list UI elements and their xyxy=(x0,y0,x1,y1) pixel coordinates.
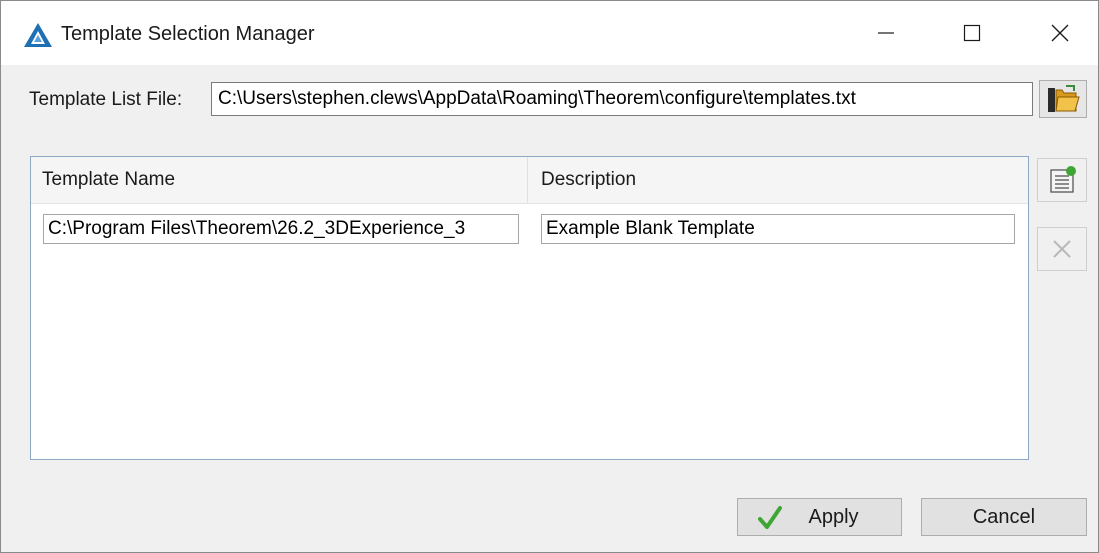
maximize-icon xyxy=(963,24,981,42)
delete-x-icon xyxy=(1053,240,1071,258)
cancel-button[interactable]: Cancel xyxy=(921,498,1087,536)
close-icon xyxy=(1051,24,1069,42)
add-template-icon xyxy=(1050,166,1076,193)
maximize-button[interactable] xyxy=(949,11,995,55)
add-template-button[interactable] xyxy=(1037,158,1087,202)
column-header-template-name[interactable]: Template Name xyxy=(31,157,528,203)
minimize-icon xyxy=(878,32,894,34)
apply-button[interactable]: Apply xyxy=(737,498,902,536)
cancel-button-label: Cancel xyxy=(972,505,1036,528)
column-header-description[interactable]: Description xyxy=(529,157,1027,203)
apply-button-label: Apply xyxy=(808,505,859,528)
checkmark-icon xyxy=(758,506,782,529)
window-title: Template Selection Manager xyxy=(61,23,315,45)
description-cell[interactable]: Example Blank Template xyxy=(541,214,1015,244)
grid-header: Template Name Description xyxy=(31,157,1028,204)
title-bar[interactable]: Template Selection Manager xyxy=(1,1,1098,65)
theorem-app-icon xyxy=(24,23,52,47)
folder-open-icon xyxy=(1048,85,1080,112)
template-selection-manager-window: Template Selection Manager Template List… xyxy=(0,0,1099,553)
minimize-button[interactable] xyxy=(863,11,909,55)
delete-template-button[interactable] xyxy=(1037,227,1087,271)
templates-grid: Template Name Description C:\Program Fil… xyxy=(30,156,1029,460)
close-button[interactable] xyxy=(1037,11,1083,55)
template-name-cell[interactable]: C:\Program Files\Theorem\26.2_3DExperien… xyxy=(43,214,519,244)
template-list-file-label: Template List File: xyxy=(29,89,183,110)
browse-button[interactable] xyxy=(1039,80,1087,118)
template-list-file-input[interactable]: C:\Users\stephen.clews\AppData\Roaming\T… xyxy=(211,82,1033,116)
